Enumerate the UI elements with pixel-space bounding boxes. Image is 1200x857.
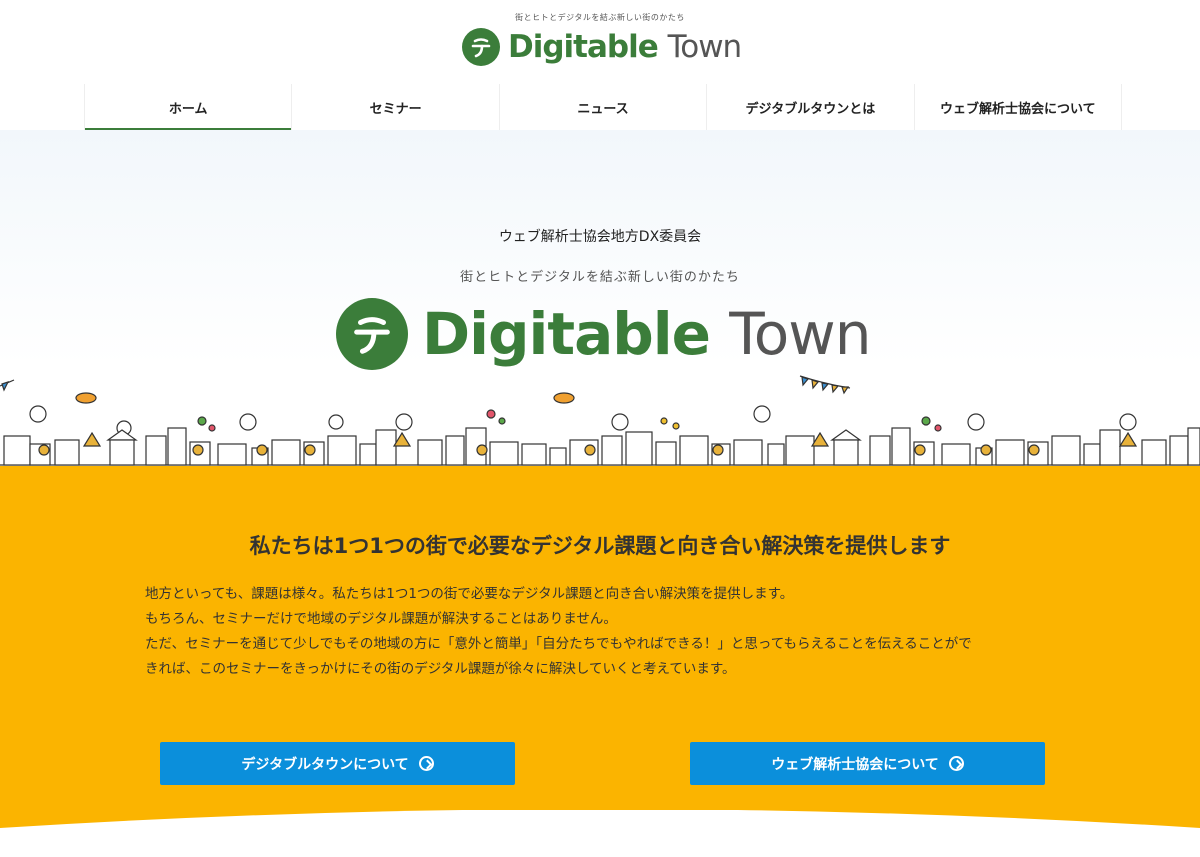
header-logo-sub: Town xyxy=(667,29,743,65)
mission-line: きれば、このセミナーをきっかけにその街のデジタル課題が徐々に解決していくと考えて… xyxy=(145,661,736,677)
hero-logo-main: Digitable xyxy=(422,300,711,368)
header-tagline: 街とヒトとデジタルを結ぶ新しい街のかたち xyxy=(515,13,685,22)
hero-subtitle: ウェブ解析士協会地方DX委員会 xyxy=(498,229,702,245)
main-nav: ホーム セミナー ニュース デジタブルタウンとは ウェブ解析士協会について xyxy=(84,84,1123,130)
site-header: 街とヒトとデジタルを結ぶ新しい街のかたち Digitable Town ホーム … xyxy=(0,0,1200,130)
about-digitable-button[interactable]: デジタブルタウンについて xyxy=(160,742,515,785)
nav-item-home[interactable]: ホーム xyxy=(84,84,292,130)
town-illustration xyxy=(0,375,1200,466)
mission-body: 地方といっても、課題は様々。私たちは1つ1つの街で必要なデジタル課題と向き合い解… xyxy=(145,582,1065,682)
arrow-right-circle-icon xyxy=(418,756,434,771)
hero-logo-sub: Town xyxy=(729,300,871,368)
logo-mark-icon xyxy=(462,28,500,66)
header-logo[interactable]: Digitable Town xyxy=(462,28,743,66)
header-logo-text: Digitable Town xyxy=(508,29,743,65)
hero-logo-mark-icon xyxy=(336,298,408,370)
nav-item-about-digitable[interactable]: デジタブルタウンとは xyxy=(706,84,913,130)
hero-tagline: 街とヒトとデジタルを結ぶ新しい街のかたち xyxy=(460,270,740,285)
mission-title: 私たちは1つ1つの街で必要なデジタル課題と向き合い解決策を提供します xyxy=(249,534,951,558)
mission-section: 私たちは1つ1つの街で必要なデジタル課題と向き合い解決策を提供します 地方といっ… xyxy=(0,466,1200,857)
about-association-button[interactable]: ウェブ解析士協会について xyxy=(690,742,1045,785)
bottom-wave xyxy=(0,810,1200,857)
arrow-right-circle-icon xyxy=(948,756,964,771)
hero-logo-text: Digitable Town xyxy=(422,300,872,368)
mission-line: 地方といっても、課題は様々。私たちは1つ1つの街で必要なデジタル課題と向き合い解… xyxy=(145,586,794,602)
nav-item-seminar[interactable]: セミナー xyxy=(291,84,498,130)
mission-line: もちろん、セミナーだけで地域のデジタル課題が解決することはありません。 xyxy=(145,611,617,627)
about-digitable-button-label: デジタブルタウンについて xyxy=(241,756,409,773)
header-logo-main: Digitable xyxy=(508,29,659,65)
about-association-button-label: ウェブ解析士協会について xyxy=(771,756,939,773)
nav-item-news[interactable]: ニュース xyxy=(498,84,706,130)
mission-line: ただ、セミナーを通じて少しでもその地域の方に「意外と簡単」「自分たちでもやればで… xyxy=(145,636,972,652)
nav-item-about-association[interactable]: ウェブ解析士協会について xyxy=(913,84,1123,130)
hero-section: ウェブ解析士協会地方DX委員会 街とヒトとデジタルを結ぶ新しい街のかたち Dig… xyxy=(0,130,1200,466)
hero-logo: Digitable Town xyxy=(336,298,872,370)
